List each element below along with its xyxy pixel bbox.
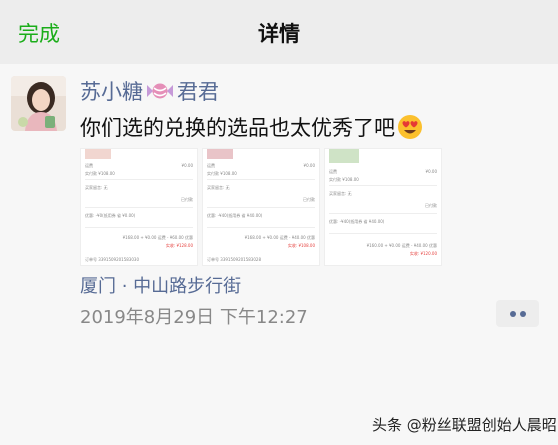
- image-thumbnail-3[interactable]: 运费 ¥0.00 实付款 ¥108.00 买家留言: 无 已付款 优惠: -¥4…: [324, 148, 442, 266]
- avatar-photo-icon: [11, 76, 66, 131]
- divider: [329, 213, 437, 214]
- thumb-text: ¥0.00: [303, 163, 315, 168]
- divider: [85, 179, 193, 180]
- thumb-text: 优惠: -¥40(抵用券 省 ¥40.00): [207, 213, 263, 218]
- location-link[interactable]: 厦门 · 中山路步行街: [80, 272, 241, 298]
- thumb-text: 实付款 ¥108.00: [329, 177, 359, 182]
- watermark: 头条 @粉丝联盟创始人晨昭: [372, 416, 557, 434]
- thumb-text: 实付款 ¥108.00: [85, 171, 115, 176]
- divider: [207, 179, 315, 180]
- candy-icon: [147, 83, 173, 99]
- product-image: [85, 149, 111, 159]
- thumb-text: 实收: ¥108.00: [287, 243, 315, 248]
- thumb-text: 实付款 ¥108.00: [207, 171, 237, 176]
- thumb-text: 买家留言: 无: [329, 191, 352, 196]
- post-timestamp: 2019年8月29日 下午12:27: [80, 307, 308, 328]
- thumb-text: 实收: ¥128.00: [165, 243, 193, 248]
- thumb-text: ¥0.00: [181, 163, 193, 168]
- thumb-text: 订单号 3391509201583028: [207, 257, 261, 262]
- post-author[interactable]: 苏小糖 君君: [80, 76, 219, 106]
- thumb-text: 实收: ¥120.00: [409, 251, 437, 256]
- divider: [85, 227, 193, 228]
- thumb-text: ¥0.00: [425, 169, 437, 174]
- more-actions-button[interactable]: [496, 300, 539, 327]
- thumb-text: 优惠: -¥40(抵用券 省 ¥40.00): [329, 219, 385, 224]
- page-title: 详情: [258, 22, 300, 46]
- image-thumbnail-1[interactable]: 运费 ¥0.00 实付款 ¥108.00 买家留言: 无 已付款 优惠: -¥0…: [80, 148, 198, 266]
- thumb-text: 优惠: -¥0(抵用券 省 ¥0.00): [85, 213, 136, 218]
- post-content: 你们选的兑换的选品也太优秀了吧: [80, 112, 423, 142]
- two-dots-icon: [509, 310, 526, 317]
- divider: [329, 185, 437, 186]
- divider: [207, 227, 315, 228]
- thumb-text: 运费: [207, 163, 215, 168]
- thumb-text: ¥160.00 + ¥0.00 运费 - ¥40.00 优惠: [366, 243, 437, 248]
- divider: [329, 233, 437, 234]
- image-thumbnail-2[interactable]: 运费 ¥0.00 实付款 ¥108.00 买家留言: 无 已付款 优惠: -¥4…: [202, 148, 320, 266]
- thumb-text: 已付款: [181, 197, 193, 202]
- thumb-text: ¥168.00 + ¥0.00 运费 - ¥60.00 优惠: [122, 235, 193, 240]
- divider: [85, 207, 193, 208]
- thumb-text: 运费: [85, 163, 93, 168]
- product-image: [329, 149, 359, 163]
- navigation-bar: 完成 详情: [0, 0, 558, 64]
- smiling-face-with-heart-eyes-icon: [398, 115, 422, 139]
- thumb-text: 已付款: [303, 197, 315, 202]
- author-name-part2: 君君: [177, 80, 219, 104]
- avatar[interactable]: [11, 76, 66, 131]
- divider: [207, 207, 315, 208]
- thumb-text: ¥168.00 + ¥0.00 运费 - ¥40.00 优惠: [244, 235, 315, 240]
- product-image: [207, 149, 233, 159]
- author-name-part1: 苏小糖: [80, 80, 143, 104]
- thumb-text: 买家留言: 无: [85, 185, 108, 190]
- thumb-text: 订单号 3391509201583030: [85, 257, 139, 262]
- thumb-text: 运费: [329, 169, 337, 174]
- thumb-text: 已付款: [425, 203, 437, 208]
- thumb-text: 买家留言: 无: [207, 185, 230, 190]
- post-text: 你们选的兑换的选品也太优秀了吧: [80, 116, 395, 140]
